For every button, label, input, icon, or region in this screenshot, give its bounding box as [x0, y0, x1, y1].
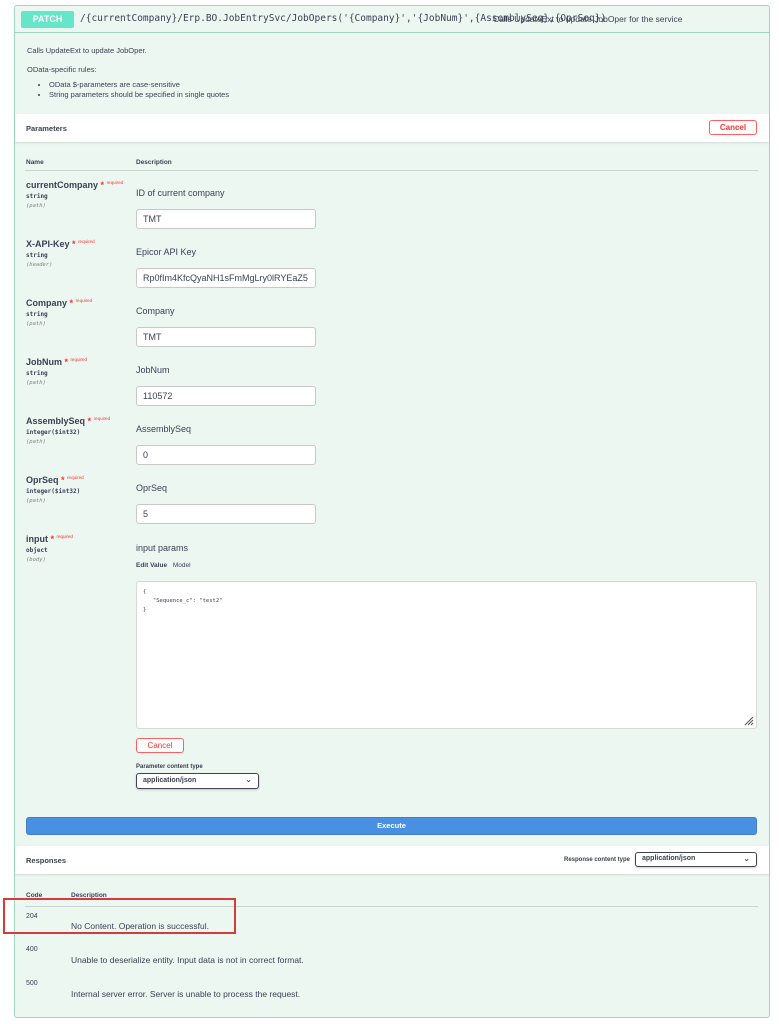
jobnum-input[interactable]: 110572 [136, 386, 316, 406]
param-description: Company [136, 306, 175, 316]
tab-edit-value[interactable]: Edit Value [136, 562, 167, 569]
param-type: string [26, 370, 48, 377]
param-content-type-value: application/json [143, 777, 197, 784]
param-location: (path) [26, 439, 46, 445]
param-description: OprSeq [136, 483, 168, 493]
parameters-header: Parameters Cancel [15, 114, 769, 142]
response-content-type-select[interactable]: application/json ⌄ [635, 852, 757, 867]
param-name-jobnum: JobNum * required [26, 357, 88, 367]
param-type: integer($int32) [26, 488, 81, 495]
response-code: 500 [26, 980, 38, 987]
tab-model[interactable]: Model [173, 562, 191, 569]
operation-description: Calls UpdateExt to update JobOper. OData… [27, 46, 229, 100]
param-name-x-api-key: X-API-Key * required [26, 239, 95, 249]
rule-item: OData $-parameters are case-sensitive [49, 80, 229, 90]
method-badge: PATCH [21, 11, 74, 28]
rules-list: OData $-parameters are case-sensitive St… [27, 80, 229, 100]
body-textarea[interactable]: { "Sequence_c": "test2" } [136, 581, 757, 729]
param-location: (path) [26, 203, 46, 209]
response-description: Unable to deserialize entity. Input data… [71, 955, 304, 965]
response-content-type-value: application/json [642, 855, 696, 862]
execute-button[interactable]: Execute [26, 817, 757, 835]
oprseq-input[interactable]: 5 [136, 504, 316, 524]
param-type: object [26, 547, 48, 554]
current-company-input[interactable]: TMT [136, 209, 316, 229]
col-description-header: Description [136, 159, 172, 166]
param-location: (path) [26, 321, 46, 327]
param-type: string [26, 311, 48, 318]
param-location: (path) [26, 380, 46, 386]
operation-summary[interactable]: PATCH /{currentCompany}/Erp.BO.JobEntryS… [15, 6, 769, 33]
param-content-type-select[interactable]: application/json ⌄ [136, 773, 259, 789]
param-name-company: Company * required [26, 298, 93, 308]
description-text: Calls UpdateExt to update JobOper. [27, 46, 147, 55]
resize-handle-icon[interactable] [744, 716, 754, 726]
parameters-title: Parameters [26, 124, 67, 133]
endpoint-summary: Calls UpdateExt to update JobOper for th… [493, 14, 683, 24]
param-location: (body) [26, 557, 46, 563]
col-name-header: Name [26, 159, 44, 166]
param-name-input: input * required [26, 534, 74, 544]
param-name-assemblyseq: AssemblySeq * required [26, 416, 111, 426]
param-location: (path) [26, 498, 46, 504]
company-input[interactable]: TMT [136, 327, 316, 347]
chevron-down-icon: ⌄ [743, 854, 750, 863]
responses-header: Responses Response content type applicat… [15, 846, 769, 874]
chevron-down-icon: ⌄ [245, 775, 252, 784]
param-name-oprseq: OprSeq * required [26, 475, 84, 485]
assemblyseq-input[interactable]: 0 [136, 445, 316, 465]
api-key-input[interactable]: Rp0fIm4KfcQyaNH1sFmMgLry0lRYEaZ5 [136, 268, 316, 288]
operation-block: PATCH /{currentCompany}/Erp.BO.JobEntryS… [14, 5, 770, 1018]
param-description: input params [136, 543, 189, 553]
param-description: ID of current company [136, 188, 225, 198]
param-type: integer($int32) [26, 429, 81, 436]
header-divider [25, 170, 758, 171]
response-code: 400 [26, 946, 38, 953]
param-description: Epicor API Key [136, 247, 197, 257]
response-description: Internal server error. Server is unable … [71, 989, 301, 999]
param-description: JobNum [136, 365, 170, 375]
cancel-try-button[interactable]: Cancel [709, 120, 757, 135]
param-name-currentcompany: currentCompany * required [26, 180, 124, 190]
highlight-box [3, 898, 236, 934]
rule-item: String parameters should be specified in… [49, 90, 229, 100]
body-cancel-button[interactable]: Cancel [136, 738, 184, 753]
body-tabs: Edit Value Model [136, 562, 191, 569]
response-content-type-label: Response content type [564, 857, 631, 863]
param-description: AssemblySeq [136, 424, 192, 434]
rules-title: OData-specific rules: [27, 65, 97, 74]
param-content-type-label: Parameter content type [136, 764, 203, 770]
responses-title: Responses [26, 856, 67, 865]
param-type: string [26, 252, 48, 259]
body-value: { "Sequence_c": "test2" } [143, 589, 223, 613]
param-type: string [26, 193, 48, 200]
param-location: (header) [26, 262, 53, 268]
